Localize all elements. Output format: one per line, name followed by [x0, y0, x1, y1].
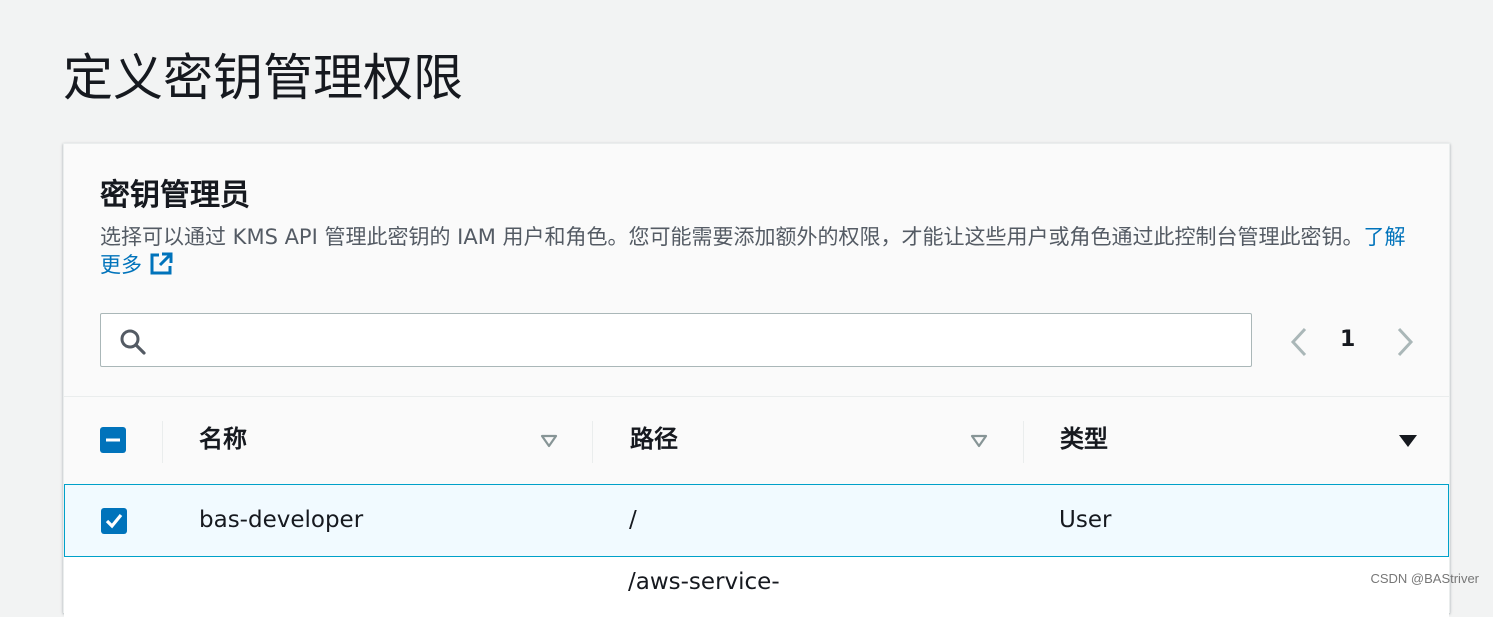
table-header: 名称 路径 类型	[64, 396, 1449, 484]
column-header-path[interactable]: 路径	[630, 423, 678, 455]
cell-type: User	[1059, 507, 1112, 533]
column-separator	[1023, 421, 1024, 463]
chevron-right-icon	[1397, 327, 1414, 357]
page-title: 定义密钥管理权限	[63, 49, 463, 107]
table-row[interactable]: /aws-service-	[64, 557, 1449, 617]
previous-page-button[interactable]	[1288, 326, 1310, 362]
column-header-name[interactable]: 名称	[199, 423, 247, 455]
panel-title: 密钥管理员	[100, 178, 250, 213]
page-number[interactable]: 1	[1340, 326, 1355, 354]
panel-description: 选择可以通过 KMS API 管理此密钥的 IAM 用户和角色。您可能需要添加额…	[100, 224, 1420, 284]
table-row[interactable]: bas-developer / User	[64, 484, 1449, 557]
next-page-button[interactable]	[1394, 326, 1416, 362]
cell-path: /	[629, 507, 637, 533]
sort-descending-icon[interactable]	[1398, 433, 1418, 452]
row-checkbox[interactable]	[101, 508, 127, 534]
search-box[interactable]	[100, 313, 1252, 367]
chevron-left-icon	[1290, 327, 1307, 357]
column-header-type[interactable]: 类型	[1060, 423, 1108, 455]
column-separator	[162, 421, 163, 463]
cell-name: bas-developer	[199, 507, 364, 533]
search-icon	[119, 328, 147, 360]
watermark: CSDN @BAStriver	[1370, 571, 1479, 586]
search-input[interactable]	[161, 322, 1245, 360]
select-all-checkbox[interactable]	[100, 427, 126, 453]
external-link-icon	[148, 251, 174, 284]
sort-unsorted-icon[interactable]	[970, 433, 988, 452]
sort-unsorted-icon[interactable]	[540, 433, 558, 452]
pagination: 1	[1284, 316, 1424, 364]
column-separator	[592, 421, 593, 463]
key-administrators-panel: 密钥管理员 选择可以通过 KMS API 管理此密钥的 IAM 用户和角色。您可…	[63, 143, 1450, 617]
panel-description-text: 选择可以通过 KMS API 管理此密钥的 IAM 用户和角色。您可能需要添加额…	[100, 225, 1364, 249]
